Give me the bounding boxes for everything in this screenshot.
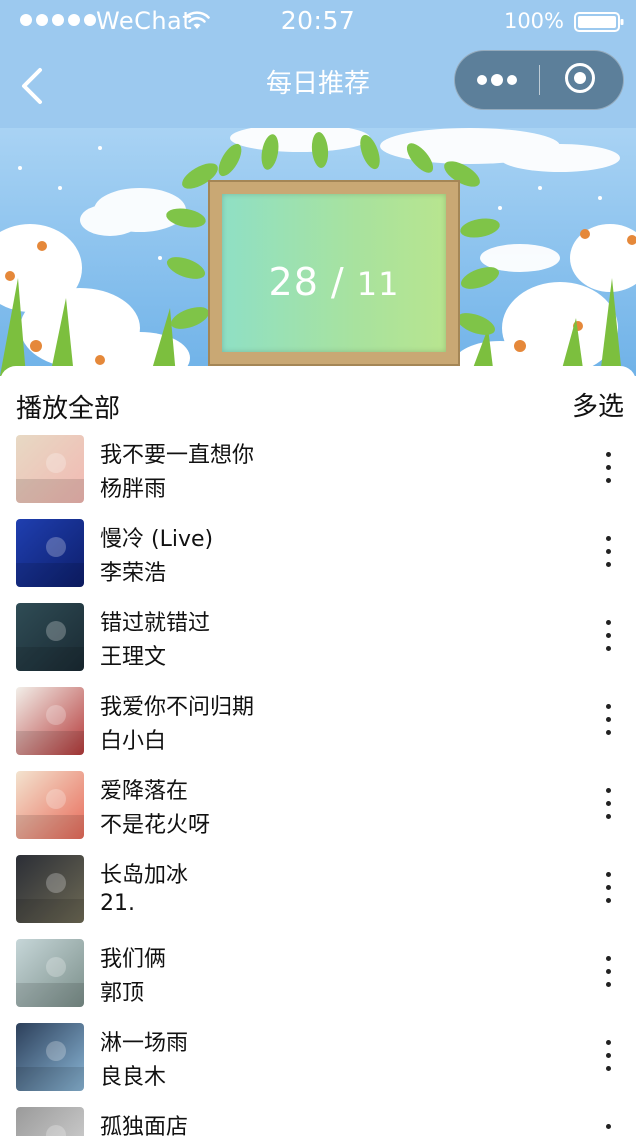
song-title: 爱降落在 xyxy=(100,779,189,804)
album-cover xyxy=(16,1107,84,1136)
play-all-button[interactable]: 播放全部 xyxy=(16,388,120,425)
song-more-icon[interactable] xyxy=(596,872,620,906)
battery-icon xyxy=(574,12,624,32)
song-more-icon[interactable] xyxy=(596,956,620,990)
song-more-icon[interactable] xyxy=(596,704,620,738)
song-title: 慢冷 (Live) xyxy=(100,527,214,552)
song-artist: 杨胖雨 xyxy=(100,477,167,502)
song-more-icon[interactable] xyxy=(596,788,620,822)
page-title: 每日推荐 xyxy=(265,69,370,99)
screen: WeChat 20:57 100% 每日推荐 28 / 11 播放全部 多选 我… xyxy=(0,0,636,1136)
song-artist: 白小白 xyxy=(100,729,167,754)
song-artist: 21. xyxy=(100,891,135,916)
song-row[interactable]: 我爱你不问归期 白小白 xyxy=(0,684,636,768)
date-board: 28/ 11 xyxy=(208,180,460,366)
song-artist: 郭顶 xyxy=(100,981,145,1006)
song-more-icon[interactable] xyxy=(596,536,620,570)
song-more-icon[interactable] xyxy=(596,620,620,654)
navigation-bar: 每日推荐 xyxy=(0,44,636,128)
song-more-icon[interactable] xyxy=(596,1040,620,1074)
album-cover xyxy=(16,1023,84,1091)
more-dots-icon xyxy=(477,75,487,85)
multi-select-button[interactable]: 多选 xyxy=(572,386,624,423)
song-more-icon[interactable] xyxy=(596,452,620,486)
song-row[interactable]: 淋一场雨 良良木 xyxy=(0,1020,636,1104)
album-cover xyxy=(16,687,84,755)
date-board-panel: 28/ 11 xyxy=(222,194,446,352)
song-list: 我不要一直想你 杨胖雨慢冷 (Live) 李荣浩错过就错过王理文我爱你不问归期 白小白… xyxy=(0,432,636,1136)
back-button[interactable] xyxy=(14,64,54,108)
album-cover xyxy=(16,519,84,587)
album-cover xyxy=(16,855,84,923)
battery-percentage: 100% xyxy=(503,9,564,33)
date-separator: / xyxy=(330,260,345,304)
date-month: 11 xyxy=(356,265,400,303)
song-title: 我爱你不问归期 xyxy=(100,695,255,720)
song-row[interactable]: 我们俩 郭顶 xyxy=(0,936,636,1020)
song-row[interactable]: 错过就错过 王理文 xyxy=(0,600,636,684)
song-more-icon[interactable] xyxy=(596,1124,620,1136)
song-row[interactable]: 长岛加冰 21. xyxy=(0,852,636,936)
song-title: 我不要一直想你 xyxy=(100,443,255,468)
song-artist: 良良木 xyxy=(100,1065,167,1090)
date-day: 28 xyxy=(268,260,319,304)
song-title: 孤独面店 xyxy=(100,1115,189,1136)
song-artist: 不是花火呀 xyxy=(100,813,211,838)
song-title: 错过就错过 xyxy=(100,611,211,636)
mini-program-capsule xyxy=(454,50,624,110)
album-cover xyxy=(16,939,84,1007)
album-cover xyxy=(16,435,84,503)
song-title: 长岛加冰 xyxy=(100,863,189,888)
song-row[interactable]: 我不要一直想你 杨胖雨 xyxy=(0,432,636,516)
song-artist: 李荣浩 xyxy=(100,561,167,586)
album-cover xyxy=(16,603,84,671)
close-mini-program-button[interactable] xyxy=(540,51,624,109)
song-row[interactable]: 慢冷 (Live) 李荣浩 xyxy=(0,516,636,600)
date-display: 28/ 11 xyxy=(222,260,446,304)
song-title: 淋一场雨 xyxy=(100,1031,189,1056)
song-artist: 王理文 xyxy=(100,645,167,670)
song-row[interactable]: 爱降落在 不是花火呀 xyxy=(0,768,636,852)
daily-banner: 28/ 11 xyxy=(0,128,636,376)
more-options-button[interactable] xyxy=(455,51,539,109)
album-cover xyxy=(16,771,84,839)
song-panel: 播放全部 多选 我不要一直想你 杨胖雨慢冷 (Live) 李荣浩错过就错过王理文我爱… xyxy=(0,366,636,1136)
status-bar: WeChat 20:57 100% xyxy=(0,0,636,44)
song-title: 我们俩 xyxy=(100,947,167,972)
song-row[interactable]: 孤独面店 xyxy=(0,1104,636,1136)
